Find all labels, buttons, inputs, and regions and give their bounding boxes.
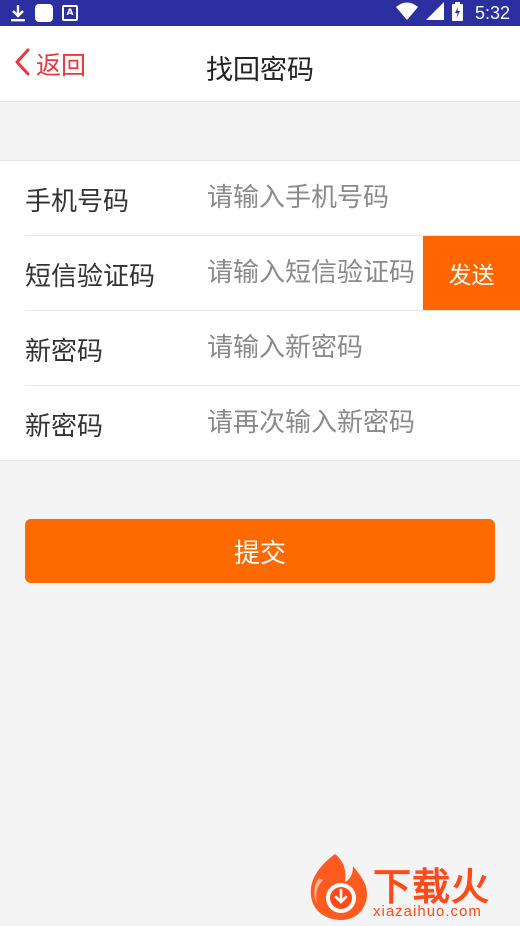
status-time: 5:32: [474, 2, 510, 23]
signal-icon: [425, 2, 444, 24]
download-icon: [10, 4, 26, 22]
watermark: 下载火 xiazaihuo.com: [305, 852, 520, 922]
app-a-icon: A: [62, 5, 78, 21]
confirm-password-label: 新密码: [25, 412, 104, 442]
status-bar: A 5:32: [0, 0, 520, 26]
sms-code-label: 短信验证码: [25, 262, 156, 292]
new-password-row: 新密码: [0, 311, 520, 386]
send-code-button[interactable]: 发送: [423, 236, 520, 310]
phone-input[interactable]: [207, 175, 497, 221]
new-password-label: 新密码: [25, 337, 104, 367]
battery-icon: [451, 1, 463, 25]
confirm-password-input[interactable]: [207, 400, 497, 446]
phone-row: 手机号码: [0, 161, 520, 236]
notification-square-icon: [35, 4, 53, 22]
flame-logo-icon: [305, 852, 371, 926]
phone-label: 手机号码: [25, 187, 130, 217]
wifi-icon: [395, 2, 418, 24]
title-bar: 返回 找回密码: [0, 26, 520, 102]
confirm-password-row: 新密码: [0, 386, 520, 461]
new-password-input[interactable]: [207, 325, 497, 371]
submit-button[interactable]: 提交: [25, 519, 495, 583]
watermark-url: xiazaihuo.com: [373, 903, 482, 920]
reset-password-form: 手机号码 短信验证码 新密码 新密码: [0, 160, 520, 461]
page-title: 找回密码: [206, 55, 314, 86]
sms-code-input[interactable]: [207, 250, 422, 296]
